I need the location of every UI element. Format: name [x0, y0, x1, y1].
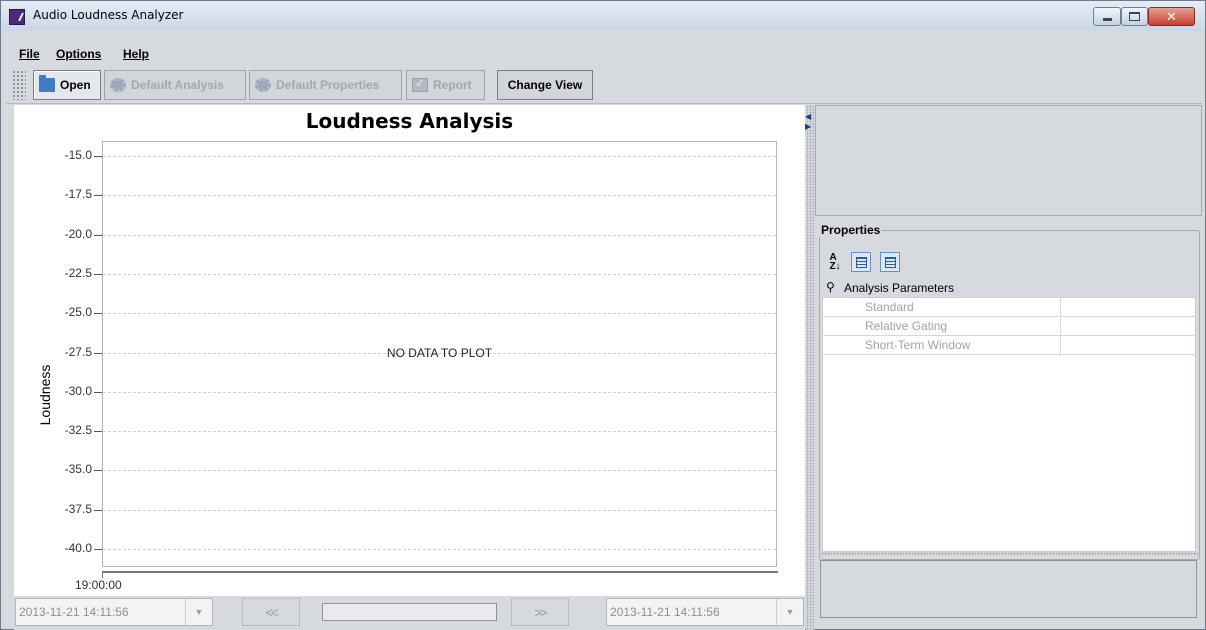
menu-options[interactable]: Options	[56, 47, 101, 61]
y-tick-mark	[94, 195, 102, 196]
y-tick-mark	[94, 470, 102, 471]
menu-help[interactable]: Help	[123, 47, 149, 61]
list-icon	[884, 256, 896, 268]
default-analysis-label: Default Analysis	[131, 78, 224, 92]
default-properties-label: Default Properties	[276, 78, 380, 92]
categorized-icon	[855, 256, 867, 268]
y-tick-mark	[94, 353, 102, 354]
open-label: Open	[60, 78, 91, 92]
change-view-label: Change View	[507, 78, 583, 92]
gridline	[103, 510, 776, 511]
default-analysis-button[interactable]: Default Analysis	[104, 70, 246, 100]
y-axis-label: Loudness	[37, 364, 53, 426]
folder-icon	[39, 75, 55, 92]
categorized-view-button[interactable]	[851, 252, 871, 272]
property-name: Relative Gating	[865, 319, 948, 333]
report-button[interactable]: Report	[406, 70, 485, 100]
property-column-divider	[1060, 317, 1061, 335]
splitter-handle[interactable]	[806, 105, 814, 630]
gridline	[103, 549, 776, 550]
property-name: Standard	[865, 300, 914, 314]
minimize-button[interactable]	[1093, 7, 1121, 26]
gear-icon	[110, 78, 126, 92]
menu-bar	[1, 31, 1205, 64]
description-pane	[820, 560, 1197, 618]
chevron-down-icon[interactable]: ▼	[776, 599, 803, 625]
end-time-value: 2013-11-21 14:11:56	[610, 605, 720, 619]
y-tick-label: -37.5	[64, 502, 92, 516]
property-name: Short-Term Window	[865, 338, 971, 352]
y-tick-mark	[94, 549, 102, 550]
chevron-down-icon[interactable]: ▼	[185, 599, 212, 625]
gridline	[103, 392, 776, 393]
maximize-button[interactable]	[1121, 7, 1148, 26]
time-scrollbar[interactable]	[322, 603, 497, 621]
start-time-value: 2013-11-21 14:11:56	[19, 605, 129, 619]
chart-title: Loudness Analysis	[305, 109, 514, 133]
x-tick-label: 19:00:00	[75, 578, 122, 592]
gridline	[103, 470, 776, 471]
close-button[interactable]: ✕	[1148, 7, 1195, 26]
gridline	[103, 235, 776, 236]
y-tick-mark	[94, 392, 102, 393]
y-tick-mark	[94, 156, 102, 157]
y-tick-mark	[94, 313, 102, 314]
window-title: Audio Loudness Analyzer	[33, 8, 184, 22]
rewind-icon: <<	[265, 604, 278, 620]
start-time-combo[interactable]: 2013-11-21 14:11:56 ▼	[15, 598, 213, 626]
properties-divider[interactable]	[821, 552, 1198, 556]
end-time-combo[interactable]: 2013-11-21 14:11:56 ▼	[606, 598, 804, 626]
property-column-divider	[1060, 298, 1061, 316]
x-axis-line	[102, 571, 778, 573]
fast-forward-icon: >>	[534, 604, 547, 620]
preview-pane	[815, 105, 1202, 216]
collapse-left-icon[interactable]: ◀	[805, 112, 811, 121]
next-button[interactable]: >>	[511, 598, 569, 626]
list-view-button[interactable]	[880, 252, 900, 272]
y-tick-label: -15.0	[64, 148, 92, 162]
y-tick-mark	[94, 510, 102, 511]
category-toggle-icon[interactable]: ⚲	[826, 280, 835, 294]
property-column-divider	[1060, 336, 1061, 354]
gridline	[103, 195, 776, 196]
y-tick-label: -27.5	[64, 345, 92, 359]
gridline	[103, 156, 776, 157]
sort-az-icon: A Z↓	[829, 252, 841, 272]
properties-title: Properties	[819, 223, 883, 237]
report-label: Report	[433, 78, 472, 92]
y-tick-mark	[94, 274, 102, 275]
y-tick-label: -40.0	[64, 541, 92, 555]
default-properties-button[interactable]: Default Properties	[249, 70, 402, 100]
gridline	[103, 313, 776, 314]
category-label: Analysis Parameters	[844, 281, 955, 295]
collapse-right-icon[interactable]: ▶	[805, 122, 811, 131]
gridline	[103, 431, 776, 432]
sort-alphabetical-button[interactable]: A Z↓	[825, 252, 845, 272]
previous-button[interactable]: <<	[242, 598, 300, 626]
y-tick-label: -35.0	[64, 462, 92, 476]
y-tick-mark	[94, 431, 102, 432]
open-button[interactable]: Open	[33, 70, 101, 100]
change-view-button[interactable]: Change View	[497, 70, 593, 100]
no-data-message: NO DATA TO PLOT	[386, 346, 493, 360]
y-tick-mark	[94, 235, 102, 236]
gridline	[103, 274, 776, 275]
y-tick-label: -25.0	[64, 305, 92, 319]
toolbar-grip[interactable]	[12, 70, 26, 100]
y-tick-label: -17.5	[64, 187, 92, 201]
close-icon: ✕	[1166, 8, 1177, 24]
gear-icon	[255, 78, 271, 92]
menu-file[interactable]: File	[19, 47, 40, 61]
report-icon	[412, 76, 428, 92]
y-tick-label: -20.0	[64, 227, 92, 241]
app-icon	[9, 9, 25, 25]
y-tick-label: -22.5	[64, 266, 92, 280]
